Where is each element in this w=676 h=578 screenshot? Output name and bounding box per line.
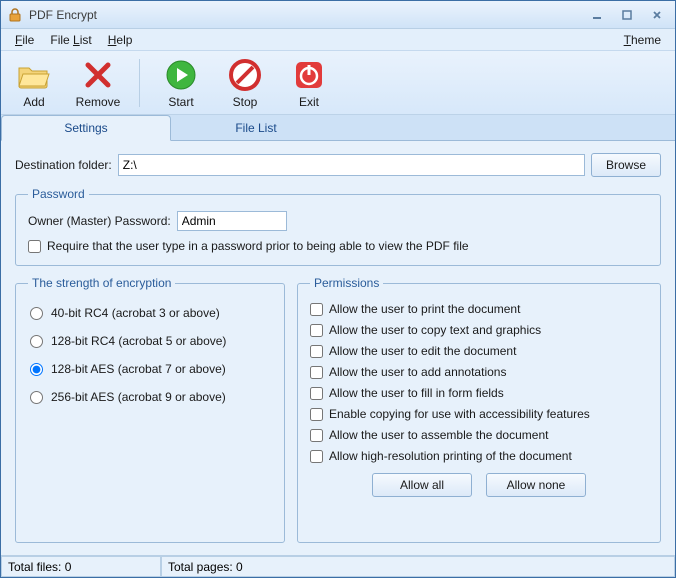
permission-checkbox[interactable] [310, 387, 323, 400]
window-title: PDF Encrypt [29, 8, 579, 22]
folder-open-icon [16, 57, 52, 93]
status-total-files: Total files: 0 [1, 556, 161, 577]
menubar: File File List Help Theme [1, 29, 675, 51]
add-button[interactable]: Add [9, 57, 59, 109]
require-password-checkbox[interactable] [28, 240, 41, 253]
strength-radio[interactable] [30, 391, 43, 404]
permission-label: Allow the user to assemble the document [329, 428, 548, 442]
permission-checkbox[interactable] [310, 408, 323, 421]
permissions-legend: Permissions [310, 276, 383, 290]
browse-button[interactable]: Browse [591, 153, 661, 177]
x-icon [80, 57, 116, 93]
stop-label: Stop [233, 95, 258, 109]
permission-item: Allow the user to print the document [310, 302, 648, 316]
minimize-button[interactable] [585, 6, 609, 24]
allow-none-button[interactable]: Allow none [486, 473, 586, 497]
app-window: PDF Encrypt File File List Help Theme Ad… [0, 0, 676, 578]
permission-label: Allow high-resolution printing of the do… [329, 449, 572, 463]
strength-group: The strength of encryption 40-bit RC4 (a… [15, 276, 285, 543]
menu-theme[interactable]: Theme [616, 31, 669, 49]
tab-filelist[interactable]: File List [171, 115, 341, 140]
permissions-group: Permissions Allow the user to print the … [297, 276, 661, 543]
strength-option: 128-bit AES (acrobat 7 or above) [30, 362, 270, 376]
power-icon [291, 57, 327, 93]
exit-button[interactable]: Exit [284, 57, 334, 109]
permission-label: Allow the user to fill in form fields [329, 386, 504, 400]
require-password-label: Require that the user type in a password… [47, 239, 469, 253]
tab-strip: Settings File List [1, 115, 675, 141]
start-button[interactable]: Start [156, 57, 206, 109]
strength-option: 128-bit RC4 (acrobat 5 or above) [30, 334, 270, 348]
maximize-button[interactable] [615, 6, 639, 24]
permission-checkbox[interactable] [310, 450, 323, 463]
permission-checkbox[interactable] [310, 366, 323, 379]
permission-label: Allow the user to copy text and graphics [329, 323, 541, 337]
owner-password-input[interactable] [177, 211, 287, 231]
remove-button[interactable]: Remove [73, 57, 123, 109]
permission-item: Allow high-resolution printing of the do… [310, 449, 648, 463]
toolbar-separator [139, 59, 140, 107]
stop-icon [227, 57, 263, 93]
start-label: Start [168, 95, 193, 109]
permission-item: Allow the user to fill in form fields [310, 386, 648, 400]
permission-item: Allow the user to edit the document [310, 344, 648, 358]
permission-checkbox[interactable] [310, 303, 323, 316]
exit-label: Exit [299, 95, 319, 109]
strength-option-label: 128-bit AES (acrobat 7 or above) [51, 362, 226, 376]
strength-option: 40-bit RC4 (acrobat 3 or above) [30, 306, 270, 320]
permission-checkbox[interactable] [310, 324, 323, 337]
close-button[interactable] [645, 6, 669, 24]
strength-radio[interactable] [30, 307, 43, 320]
permission-item: Allow the user to copy text and graphics [310, 323, 648, 337]
permission-label: Allow the user to edit the document [329, 344, 516, 358]
strength-option-label: 40-bit RC4 (acrobat 3 or above) [51, 306, 220, 320]
strength-option-label: 128-bit RC4 (acrobat 5 or above) [51, 334, 226, 348]
remove-label: Remove [76, 95, 121, 109]
allow-all-button[interactable]: Allow all [372, 473, 472, 497]
strength-option: 256-bit AES (acrobat 9 or above) [30, 390, 270, 404]
password-group: Password Owner (Master) Password: Requir… [15, 187, 661, 266]
destination-row: Destination folder: Browse [15, 153, 661, 177]
destination-label: Destination folder: [15, 158, 112, 172]
permission-item: Enable copying for use with accessibilit… [310, 407, 648, 421]
strength-legend: The strength of encryption [28, 276, 175, 290]
titlebar: PDF Encrypt [1, 1, 675, 29]
permission-checkbox[interactable] [310, 345, 323, 358]
settings-panel: Destination folder: Browse Password Owne… [1, 141, 675, 555]
destination-input[interactable] [118, 154, 585, 176]
menu-file[interactable]: File [7, 31, 42, 49]
strength-radio[interactable] [30, 335, 43, 348]
strength-option-label: 256-bit AES (acrobat 9 or above) [51, 390, 226, 404]
password-legend: Password [28, 187, 89, 201]
permission-label: Enable copying for use with accessibilit… [329, 407, 590, 421]
menu-filelist[interactable]: File List [42, 31, 99, 49]
tab-settings[interactable]: Settings [1, 115, 171, 141]
toolbar: Add Remove Start Stop Exit [1, 51, 675, 115]
permission-item: Allow the user to assemble the document [310, 428, 648, 442]
status-total-pages: Total pages: 0 [161, 556, 675, 577]
stop-button[interactable]: Stop [220, 57, 270, 109]
permission-item: Allow the user to add annotations [310, 365, 648, 379]
permission-checkbox[interactable] [310, 429, 323, 442]
strength-radio[interactable] [30, 363, 43, 376]
statusbar: Total files: 0 Total pages: 0 [1, 555, 675, 577]
app-icon [7, 7, 23, 23]
owner-password-label: Owner (Master) Password: [28, 214, 171, 228]
play-icon [163, 57, 199, 93]
menu-help[interactable]: Help [100, 31, 141, 49]
add-label: Add [23, 95, 44, 109]
permission-label: Allow the user to add annotations [329, 365, 506, 379]
permission-label: Allow the user to print the document [329, 302, 520, 316]
